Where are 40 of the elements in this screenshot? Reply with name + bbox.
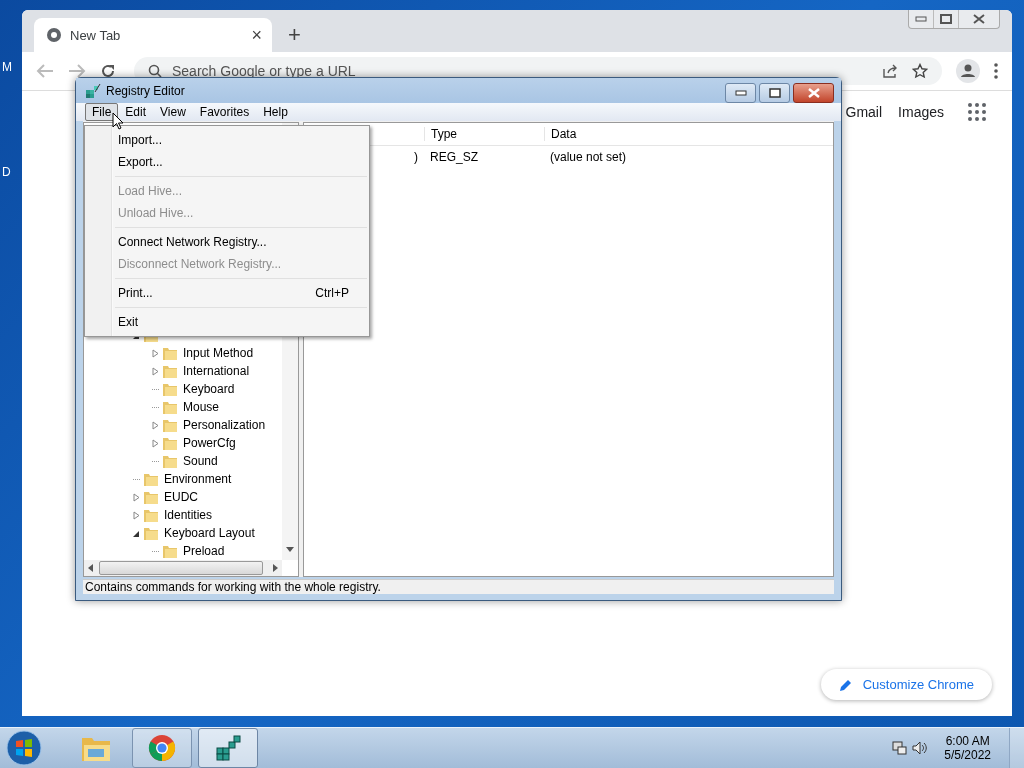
menu-item[interactable]: View [153, 103, 193, 121]
menu-item[interactable]: Favorites [192, 103, 257, 121]
customize-chrome-button[interactable]: Customize Chrome [820, 669, 992, 700]
menu-option[interactable]: Exit [85, 311, 369, 333]
table-cell-text: REG_SZ [429, 150, 479, 164]
tab-title: New Tab [70, 27, 122, 43]
menu-option[interactable]: Print... Ctrl+P [85, 282, 369, 304]
tree-item[interactable]: Mouse [183, 400, 220, 414]
menu-option[interactable]: Export... [85, 151, 369, 173]
clock-date[interactable]: 5/5/2022 [944, 748, 991, 762]
menu-item[interactable]: Edit [118, 103, 154, 121]
status-bar: Contains commands for working with the whole registry. [83, 579, 834, 594]
column-header[interactable]: Type [424, 127, 544, 141]
tree-item[interactable]: Preload [183, 544, 225, 558]
tree-item[interactable]: Input Method [183, 346, 254, 360]
header-link[interactable]: Gmail [845, 104, 883, 120]
column-header[interactable]: Data [544, 127, 833, 141]
clock-time[interactable]: 6:00 AM [945, 734, 990, 748]
tree-item[interactable]: International [183, 364, 250, 378]
desktop-icon-label: D [2, 165, 11, 179]
tree-item[interactable]: EUDC [164, 490, 198, 504]
tree-item[interactable]: Personalization [183, 418, 266, 432]
close-tab-button[interactable]: × [251, 24, 262, 46]
menu-option[interactable]: Connect Network Registry... [85, 231, 369, 253]
menu-item[interactable]: Help [256, 103, 295, 121]
tree-item[interactable]: Sound [183, 454, 218, 468]
tree-item[interactable]: Keyboard Layout [164, 526, 255, 540]
tree-item[interactable]: Identities [164, 508, 213, 522]
window-title: Registry Editor [106, 83, 186, 98]
browser-tab[interactable]: New Tab × [34, 18, 272, 52]
desktop-icon-label: M [2, 60, 12, 74]
menu-option[interactable]: Import... [85, 129, 369, 151]
tree-item[interactable]: PowerCfg [183, 436, 236, 450]
tree-item[interactable]: Environment [164, 472, 232, 486]
table-cell-text: (value not set) [549, 150, 628, 164]
new-tab-button[interactable]: + [288, 24, 301, 46]
menu-item[interactable]: File [85, 103, 119, 121]
tree-item[interactable]: Keyboard [183, 382, 235, 396]
header-link[interactable]: Images [898, 104, 944, 120]
table-cell-text: ) [413, 150, 419, 164]
